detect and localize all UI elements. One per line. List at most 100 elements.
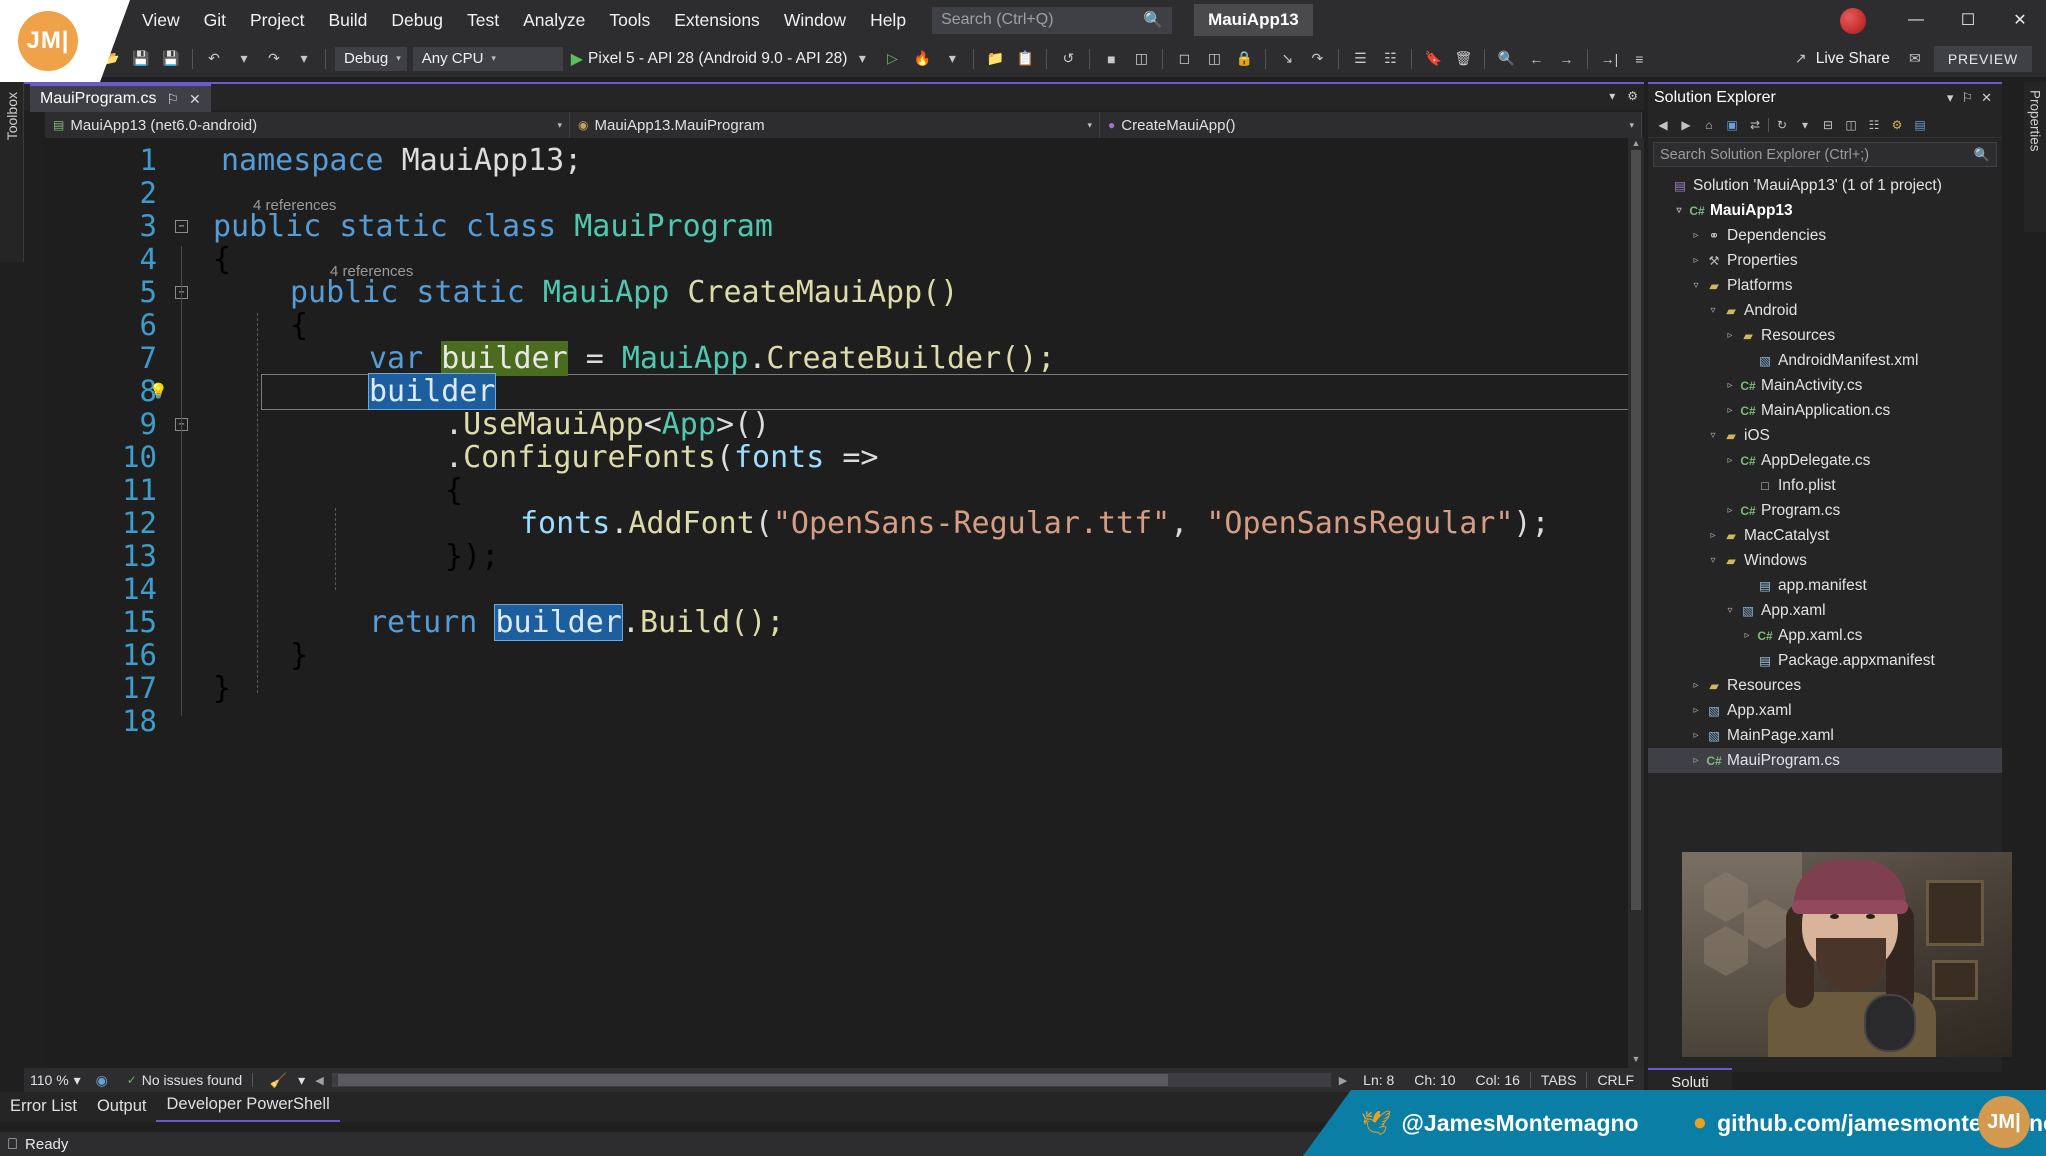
- navbar-member-combo[interactable]: ● CreateMauiApp() ▾: [1100, 112, 1642, 138]
- hot-reload-dropdown-icon[interactable]: ▾: [939, 46, 965, 72]
- panel-menu-chevron-icon[interactable]: ▾: [1943, 90, 1958, 106]
- tree-expander-icon[interactable]: ▹: [1688, 230, 1704, 241]
- panel-tab-developer-powershell[interactable]: Developer PowerShell: [156, 1091, 340, 1122]
- hot-reload-icon[interactable]: 🔥: [909, 46, 935, 72]
- save-all-icon[interactable]: 💾: [158, 46, 184, 72]
- solution-tree-item[interactable]: □ Info.plist: [1648, 473, 2002, 498]
- solution-tree-item[interactable]: ▹ ▰ Resources: [1648, 323, 2002, 348]
- editor-vertical-scrollbar[interactable]: ▲ ▼: [1628, 138, 1644, 1068]
- live-share-button[interactable]: ↗ Live Share: [1786, 46, 1890, 72]
- quick-search-box[interactable]: Search (Ctrl+Q) 🔍: [932, 6, 1173, 34]
- scroll-left-icon[interactable]: ◀: [315, 1074, 323, 1087]
- tree-expander-icon[interactable]: ▹: [1688, 255, 1704, 266]
- close-button[interactable]: ✕: [1994, 0, 2046, 40]
- save-icon[interactable]: 💾: [128, 46, 154, 72]
- solution-tree-item[interactable]: ▿ ▧ App.xaml: [1648, 598, 2002, 623]
- toolbox-window-icon[interactable]: ◫: [1201, 46, 1227, 72]
- solution-tree[interactable]: ▤ Solution 'MauiApp13' (1 of 1 project) ▿ C…: [1648, 169, 2002, 773]
- properties-panel-strip[interactable]: Properties: [2024, 82, 2046, 232]
- platform-combo[interactable]: Any CPU ▾: [412, 46, 563, 71]
- redo-icon[interactable]: ↷: [261, 46, 287, 72]
- tree-expander-icon[interactable]: ▹: [1722, 330, 1738, 341]
- close-tab-icon[interactable]: ✕: [189, 91, 201, 108]
- sync-with-active-doc-icon[interactable]: ⇄: [1745, 115, 1765, 135]
- tree-expander-icon[interactable]: ▿: [1705, 555, 1721, 566]
- toolbox-panel-strip[interactable]: Toolbox: [0, 82, 24, 262]
- solution-tree-item[interactable]: ▹ ⚭ Dependencies: [1648, 223, 2002, 248]
- tree-expander-icon[interactable]: ▿: [1705, 430, 1721, 441]
- navigate-forward-icon[interactable]: →: [1553, 46, 1579, 72]
- solution-tree-item[interactable]: ▹ C# Program.cs: [1648, 498, 2002, 523]
- solution-tree-item[interactable]: ▹ ▧ MainPage.xaml: [1648, 723, 2002, 748]
- navbar-project-combo[interactable]: ▤ MauiApp13 (net6.0-android) ▾: [45, 112, 570, 138]
- pin-panel-icon[interactable]: ⚐: [1957, 90, 1977, 106]
- zoom-reset-icon[interactable]: ◉: [89, 1067, 115, 1093]
- code-editor[interactable]: 1 2 3 4 5 6 7 8 9 10 11 12 13 14 15 16 1…: [45, 138, 1642, 1068]
- solution-tree-item[interactable]: ▤ Package.appxmanifest: [1648, 648, 2002, 673]
- solution-tree-item[interactable]: ▿ ▰ iOS: [1648, 423, 2002, 448]
- tree-expander-icon[interactable]: ▿: [1705, 305, 1721, 316]
- zoom-level-control[interactable]: 110 % ▾: [24, 1072, 87, 1089]
- start-without-debug-icon[interactable]: ▷: [879, 46, 905, 72]
- back-navigation-icon[interactable]: ◀: [1653, 115, 1673, 135]
- solution-tree-item[interactable]: ▹ C# MainApplication.cs: [1648, 398, 2002, 423]
- solution-tree-item[interactable]: ▹ ▧ App.xaml: [1648, 698, 2002, 723]
- view-properties-icon[interactable]: ☷: [1864, 115, 1884, 135]
- menu-item-test[interactable]: Test: [455, 5, 511, 36]
- undo-icon[interactable]: ↶: [201, 46, 227, 72]
- close-panel-icon[interactable]: ✕: [1977, 90, 1996, 106]
- minimize-button[interactable]: —: [1890, 0, 1942, 40]
- attach-process-icon[interactable]: ↺: [1055, 46, 1081, 72]
- code-cleanup-control[interactable]: 🧹 ▾: [253, 1067, 315, 1093]
- tab-well-settings-icon[interactable]: ⚙: [1627, 89, 1638, 103]
- bookmark-clear-icon[interactable]: 🗑: [1450, 46, 1476, 72]
- start-debug-icon[interactable]: ▶: [571, 49, 583, 69]
- run-target-label[interactable]: Pixel 5 - API 28 (Android 9.0 - API 28): [588, 50, 847, 68]
- indent-icon[interactable]: →|: [1596, 46, 1622, 72]
- panel-tab-error-list[interactable]: Error List: [0, 1093, 87, 1122]
- status-tabs-mode[interactable]: TABS: [1529, 1072, 1587, 1088]
- scroll-right-icon[interactable]: ▶: [1339, 1074, 1353, 1087]
- account-avatar[interactable]: [1840, 8, 1866, 34]
- editor-horizontal-scrollbar[interactable]: [331, 1073, 1331, 1087]
- collapse-all-icon[interactable]: ⊟: [1818, 115, 1838, 135]
- tree-expander-icon[interactable]: ▿: [1671, 205, 1687, 216]
- tree-expander-icon[interactable]: ▹: [1688, 755, 1704, 766]
- menu-item-build[interactable]: Build: [316, 5, 379, 36]
- menu-item-window[interactable]: Window: [772, 5, 858, 36]
- navigate-backward-icon[interactable]: ←: [1523, 46, 1549, 72]
- tree-expander-icon[interactable]: ▹: [1688, 705, 1704, 716]
- build-configuration-combo[interactable]: Debug ▾: [335, 46, 407, 71]
- solution-tree-item[interactable]: ▹ ▰ MacCatalyst: [1648, 523, 2002, 548]
- solution-tree-item[interactable]: ▹ C# MauiProgram.cs: [1648, 748, 2002, 773]
- solution-tree-item[interactable]: ▿ ▰ Platforms: [1648, 273, 2002, 298]
- tree-expander-icon[interactable]: ▹: [1705, 530, 1721, 541]
- preview-window-icon[interactable]: ◻: [1171, 46, 1197, 72]
- document-tab-mauiprogram[interactable]: MauiProgram.cs ⚐ ✕: [30, 84, 211, 112]
- menu-item-view[interactable]: View: [130, 5, 192, 36]
- solution-tree-item[interactable]: ▤ Solution 'MauiApp13' (1 of 1 project): [1648, 173, 2002, 198]
- redo-dropdown-icon[interactable]: ▾: [291, 46, 317, 72]
- issues-indicator[interactable]: ✓ No issues found: [117, 1072, 252, 1088]
- tree-expander-icon[interactable]: ▹: [1739, 630, 1755, 641]
- select-in-solution-icon[interactable]: 📁: [982, 46, 1008, 72]
- tree-expander-icon[interactable]: ▹: [1688, 680, 1704, 691]
- tab-list-chevron-icon[interactable]: ▾: [1609, 89, 1615, 103]
- solution-tree-item[interactable]: ▹ ⚒ Properties: [1648, 248, 2002, 273]
- output-window-icon[interactable]: ◫: [1128, 46, 1154, 72]
- horizontal-scrollbar-thumb[interactable]: [337, 1074, 1168, 1086]
- refresh-icon[interactable]: ↻: [1772, 115, 1792, 135]
- solution-tree-item[interactable]: ▿ ▰ Windows: [1648, 548, 2002, 573]
- solution-tree-item[interactable]: ▿ ▰ Android: [1648, 298, 2002, 323]
- find-icon[interactable]: 🔍: [1493, 46, 1519, 72]
- solution-views-icon[interactable]: ▤: [1910, 115, 1930, 135]
- solution-tree-item[interactable]: ▧ AndroidManifest.xml: [1648, 348, 2002, 373]
- panel-tab-output[interactable]: Output: [87, 1093, 157, 1122]
- tree-expander-icon[interactable]: ▹: [1688, 730, 1704, 741]
- pin-icon[interactable]: ⚐: [166, 91, 179, 108]
- tree-expander-icon[interactable]: ▿: [1688, 280, 1704, 291]
- solution-tree-item[interactable]: ▹ C# AppDelegate.cs: [1648, 448, 2002, 473]
- preview-selected-items-icon[interactable]: ⚙: [1887, 115, 1907, 135]
- editor-scrollbar-thumb[interactable]: [1631, 150, 1641, 910]
- scroll-down-icon[interactable]: ▼: [1628, 1054, 1644, 1068]
